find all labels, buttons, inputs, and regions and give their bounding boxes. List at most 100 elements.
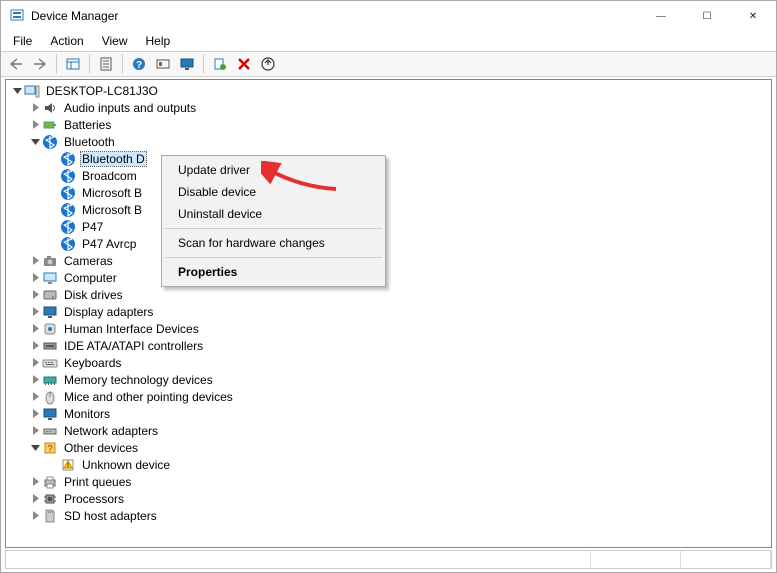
tree-row[interactable]: Print queues <box>6 473 771 490</box>
tree-label[interactable]: Bluetooth <box>62 135 117 149</box>
menu-file[interactable]: File <box>5 32 40 50</box>
menu-properties[interactable]: Properties <box>164 261 383 283</box>
tree-row[interactable]: ?Other devices <box>6 439 771 456</box>
expand-icon[interactable] <box>28 390 42 404</box>
tree-row[interactable]: Bluetooth D <box>6 150 771 167</box>
back-button[interactable] <box>5 53 27 75</box>
tree-row[interactable]: Memory technology devices <box>6 371 771 388</box>
menu-update-driver[interactable]: Update driver <box>164 159 383 181</box>
tree-label[interactable]: Microsoft B <box>80 203 144 217</box>
close-button[interactable]: ✕ <box>730 1 776 31</box>
tree-label[interactable]: P47 <box>80 220 105 234</box>
tree-label[interactable]: Monitors <box>62 407 112 421</box>
expand-icon[interactable] <box>28 271 42 285</box>
tree-label[interactable]: Keyboards <box>62 356 123 370</box>
monitor-button[interactable] <box>176 53 198 75</box>
tree-label[interactable]: Audio inputs and outputs <box>62 101 198 115</box>
tree-label[interactable]: Computer <box>62 271 119 285</box>
collapse-icon[interactable] <box>28 441 42 455</box>
menu-scan-hardware[interactable]: Scan for hardware changes <box>164 232 383 254</box>
expand-icon[interactable] <box>28 356 42 370</box>
tree-row[interactable]: Monitors <box>6 405 771 422</box>
expand-spacer <box>46 220 60 234</box>
tree-row[interactable]: P47 Avrcp <box>6 235 771 252</box>
update-button[interactable] <box>257 53 279 75</box>
tree-row[interactable]: Bluetooth <box>6 133 771 150</box>
menu-view[interactable]: View <box>94 32 136 50</box>
delete-button[interactable] <box>233 53 255 75</box>
expand-spacer <box>46 186 60 200</box>
tree-label[interactable]: Microsoft B <box>80 186 144 200</box>
expand-icon[interactable] <box>28 407 42 421</box>
computer-icon <box>42 270 58 286</box>
tree-row[interactable]: Network adapters <box>6 422 771 439</box>
menu-disable-device[interactable]: Disable device <box>164 181 383 203</box>
expand-icon[interactable] <box>28 509 42 523</box>
tree-label[interactable]: Unknown device <box>80 458 172 472</box>
tree-row[interactable]: Disk drives <box>6 286 771 303</box>
expand-icon[interactable] <box>28 118 42 132</box>
toggle-button[interactable] <box>152 53 174 75</box>
tree-label[interactable]: Batteries <box>62 118 113 132</box>
device-tree: DESKTOP-LC81J3O Audio inputs and outputs B… <box>6 82 771 524</box>
expand-icon[interactable] <box>28 339 42 353</box>
tree-label[interactable]: Display adapters <box>62 305 155 319</box>
expand-icon[interactable] <box>28 101 42 115</box>
tree-row[interactable]: Mice and other pointing devices <box>6 388 771 405</box>
expand-icon[interactable] <box>28 373 42 387</box>
menu-action[interactable]: Action <box>42 32 91 50</box>
tree-row[interactable]: IDE ATA/ATAPI controllers <box>6 337 771 354</box>
expand-icon[interactable] <box>28 288 42 302</box>
tree-row[interactable]: Human Interface Devices <box>6 320 771 337</box>
tree-row[interactable]: Microsoft B <box>6 201 771 218</box>
tree-label[interactable]: Broadcom <box>80 169 139 183</box>
tree-label[interactable]: Cameras <box>62 254 115 268</box>
tree-label[interactable]: Disk drives <box>62 288 125 302</box>
tree-label[interactable]: Bluetooth D <box>80 151 147 167</box>
help-button[interactable]: ? <box>128 53 150 75</box>
menu-help[interactable]: Help <box>138 32 179 50</box>
scan-button[interactable] <box>209 53 231 75</box>
tree-row[interactable]: Audio inputs and outputs <box>6 99 771 116</box>
maximize-button[interactable]: ☐ <box>684 1 730 31</box>
tree-row[interactable]: P47 <box>6 218 771 235</box>
collapse-icon[interactable] <box>10 84 24 98</box>
tree-label[interactable]: DESKTOP-LC81J3O <box>44 84 160 98</box>
tree-row[interactable]: Keyboards <box>6 354 771 371</box>
expand-icon[interactable] <box>28 475 42 489</box>
tree-row[interactable]: Computer <box>6 269 771 286</box>
expand-icon[interactable] <box>28 322 42 336</box>
tree-label[interactable]: Other devices <box>62 441 140 455</box>
tree-label[interactable]: Network adapters <box>62 424 160 438</box>
expand-icon[interactable] <box>28 305 42 319</box>
tree-row[interactable]: DESKTOP-LC81J3O <box>6 82 771 99</box>
tree-label[interactable]: Mice and other pointing devices <box>62 390 235 404</box>
tree-row[interactable]: SD host adapters <box>6 507 771 524</box>
mouse-icon <box>42 389 58 405</box>
tree-row[interactable]: Display adapters <box>6 303 771 320</box>
forward-button[interactable] <box>29 53 51 75</box>
tree-label[interactable]: Human Interface Devices <box>62 322 201 336</box>
tree-row[interactable]: !Unknown device <box>6 456 771 473</box>
tree-row[interactable]: Batteries <box>6 116 771 133</box>
properties-button[interactable] <box>95 53 117 75</box>
tree-label[interactable]: SD host adapters <box>62 509 159 523</box>
expand-icon[interactable] <box>28 492 42 506</box>
expand-icon[interactable] <box>28 424 42 438</box>
tree-row[interactable]: Microsoft B <box>6 184 771 201</box>
menubar: File Action View Help <box>1 31 776 51</box>
device-tree-scroll[interactable]: DESKTOP-LC81J3O Audio inputs and outputs B… <box>6 80 771 547</box>
minimize-button[interactable]: — <box>638 1 684 31</box>
collapse-icon[interactable] <box>28 135 42 149</box>
tree-row[interactable]: Cameras <box>6 252 771 269</box>
expand-icon[interactable] <box>28 254 42 268</box>
tree-row[interactable]: Processors <box>6 490 771 507</box>
menu-uninstall-device[interactable]: Uninstall device <box>164 203 383 225</box>
tree-label[interactable]: Memory technology devices <box>62 373 215 387</box>
tree-label[interactable]: Processors <box>62 492 126 506</box>
tree-label[interactable]: P47 Avrcp <box>80 237 138 251</box>
tree-row[interactable]: Broadcom <box>6 167 771 184</box>
tree-label[interactable]: Print queues <box>62 475 133 489</box>
tree-label[interactable]: IDE ATA/ATAPI controllers <box>62 339 205 353</box>
show-hidden-button[interactable] <box>62 53 84 75</box>
